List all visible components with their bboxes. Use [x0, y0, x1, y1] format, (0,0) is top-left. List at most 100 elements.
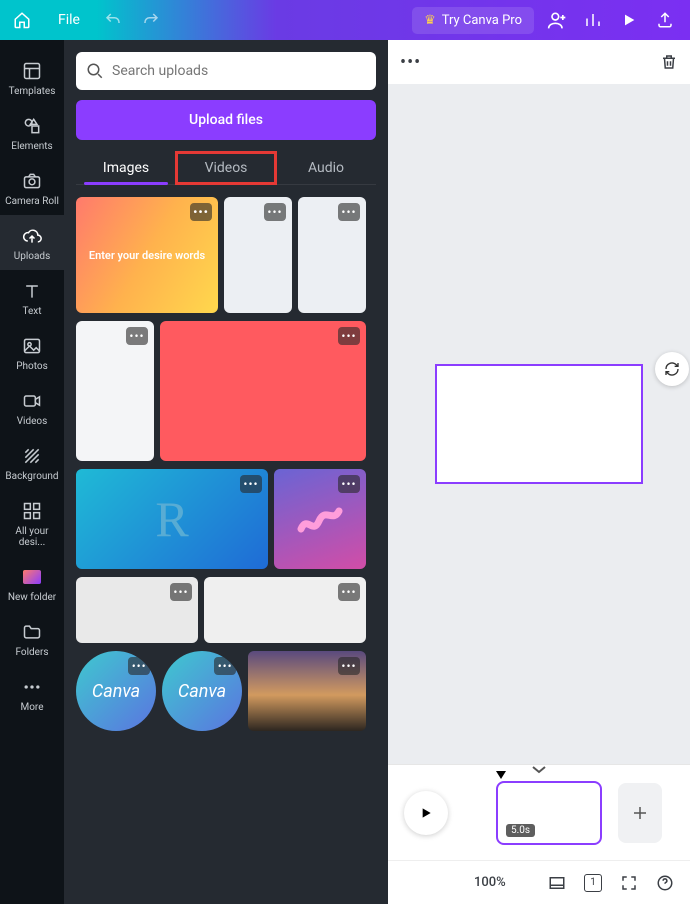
topbar-right-group: ♛ Try Canva Pro	[412, 0, 690, 40]
grid-icon	[21, 500, 43, 522]
search-icon	[86, 62, 104, 80]
upload-thumbnail[interactable]: •••	[274, 469, 366, 569]
chevron-down-icon	[531, 765, 547, 775]
upload-thumbnail[interactable]: •••	[248, 651, 366, 731]
upload-thumbnail[interactable]: •••	[160, 321, 366, 461]
play-button[interactable]	[404, 791, 448, 835]
rail-label: Photos	[16, 361, 48, 372]
thumb-options-button[interactable]: •••	[338, 327, 360, 345]
thumb-options-button[interactable]: •••	[126, 327, 148, 345]
home-icon	[13, 11, 31, 29]
tab-images[interactable]: Images	[76, 152, 176, 184]
upload-thumbnail[interactable]: •••	[204, 577, 366, 643]
search-field-wrapper[interactable]	[76, 52, 376, 90]
rail-background[interactable]: Background	[0, 435, 64, 490]
rail-text[interactable]: Text	[0, 270, 64, 325]
clip-duration: 5.0s	[506, 824, 535, 837]
rail-label: Templates	[9, 86, 56, 97]
rail-photos[interactable]: Photos	[0, 325, 64, 380]
home-button[interactable]	[0, 0, 44, 40]
help-icon	[656, 874, 674, 892]
regenerate-button[interactable]	[655, 352, 689, 386]
upload-thumbnail[interactable]: Canva•••	[76, 651, 156, 731]
canvas-viewport[interactable]	[388, 84, 690, 764]
thumb-options-button[interactable]: •••	[170, 583, 192, 601]
thumbnail-text: Canva	[178, 681, 226, 702]
bar-chart-icon	[584, 11, 602, 29]
thumb-options-button[interactable]: •••	[338, 583, 360, 601]
grid-view-icon	[548, 874, 566, 892]
share-button[interactable]	[652, 11, 678, 29]
rail-templates[interactable]: Templates	[0, 50, 64, 105]
canvas-page[interactable]	[435, 364, 643, 484]
rail-elements[interactable]: Elements	[0, 105, 64, 160]
page-options-button[interactable]: •••	[400, 52, 421, 73]
rail-label: Text	[22, 306, 41, 317]
upload-thumbnail[interactable]: •••	[76, 577, 198, 643]
rail-label: Uploads	[14, 251, 50, 262]
delete-page-button[interactable]	[660, 53, 678, 71]
upload-thumbnail[interactable]: •••	[76, 321, 154, 461]
help-button[interactable]	[656, 874, 674, 892]
thumb-options-button[interactable]: •••	[128, 657, 150, 675]
background-icon	[21, 445, 43, 467]
upload-thumbnail[interactable]: R•••	[76, 469, 268, 569]
thumb-options-button[interactable]: •••	[264, 203, 286, 221]
rail-more[interactable]: More	[0, 666, 64, 721]
add-page-button[interactable]	[618, 783, 662, 843]
rail-videos[interactable]: Videos	[0, 380, 64, 435]
add-user-icon	[547, 10, 567, 30]
fullscreen-button[interactable]	[620, 874, 638, 892]
thumb-options-button[interactable]: •••	[338, 475, 360, 493]
squiggle-icon	[295, 499, 345, 539]
rail-uploads[interactable]: Uploads	[0, 215, 64, 270]
invite-button[interactable]	[544, 10, 570, 30]
rail-new-folder[interactable]: New folder	[0, 556, 64, 611]
upload-icon	[656, 11, 674, 29]
elements-icon	[21, 115, 43, 137]
trash-icon	[660, 53, 678, 71]
tab-videos[interactable]: Videos	[176, 152, 276, 184]
rail-label: More	[20, 702, 43, 713]
page-number: 1	[584, 874, 602, 892]
upload-files-button[interactable]: Upload files	[76, 100, 376, 140]
try-pro-label: Try Canva Pro	[442, 13, 522, 28]
bottom-status-bar: 100% 1	[388, 860, 690, 904]
rail-label: Videos	[17, 416, 48, 427]
thumb-options-button[interactable]: •••	[338, 203, 360, 221]
thumb-options-button[interactable]: •••	[338, 657, 360, 675]
try-pro-button[interactable]: ♛ Try Canva Pro	[412, 7, 534, 34]
refresh-icon	[664, 361, 680, 377]
insights-button[interactable]	[580, 11, 606, 29]
crown-icon: ♛	[424, 13, 436, 28]
upload-thumbnail[interactable]: •••	[298, 197, 366, 313]
thumb-options-button[interactable]: •••	[214, 657, 236, 675]
grid-view-button[interactable]	[548, 874, 566, 892]
timeline-expand-button[interactable]	[531, 765, 547, 775]
upload-thumbnail[interactable]: Canva •••	[162, 651, 242, 731]
file-menu[interactable]: File	[44, 0, 94, 40]
play-icon	[418, 805, 434, 821]
rail-label: New folder	[8, 592, 56, 603]
zoom-level[interactable]: 100%	[474, 875, 506, 890]
top-toolbar: File ♛ Try Canva Pro	[0, 0, 690, 40]
timeline-clip[interactable]: 5.0s	[496, 781, 602, 845]
page-indicator[interactable]: 1	[584, 874, 602, 892]
upload-thumbnail[interactable]: Enter your desire words•••	[76, 197, 218, 313]
undo-button[interactable]	[94, 0, 132, 40]
thumb-options-button[interactable]: •••	[240, 475, 262, 493]
rail-all-designs[interactable]: All your desi...	[0, 490, 64, 556]
canvas-area: •••	[388, 40, 690, 764]
thumb-options-button[interactable]: •••	[190, 203, 212, 221]
upload-thumbnail[interactable]: •••	[224, 197, 292, 313]
folder-icon	[21, 621, 43, 643]
rail-label: Elements	[11, 141, 52, 152]
tab-audio[interactable]: Audio	[276, 152, 376, 184]
rail-camera-roll[interactable]: Camera Roll	[0, 160, 64, 215]
present-button[interactable]	[616, 12, 642, 28]
redo-button[interactable]	[132, 0, 170, 40]
rail-folders[interactable]: Folders	[0, 611, 64, 666]
undo-icon	[104, 11, 122, 29]
search-input[interactable]	[112, 63, 366, 79]
redo-icon	[142, 11, 160, 29]
